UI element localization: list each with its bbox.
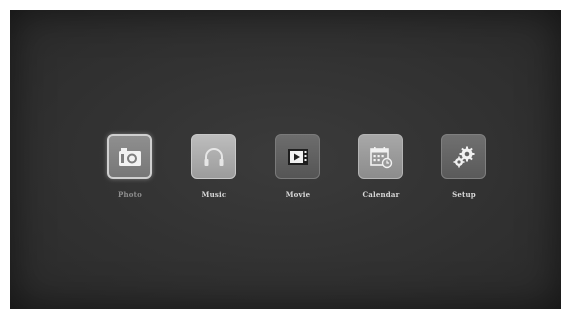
main-menu: Photo Music Movie Calendar Setup bbox=[10, 134, 561, 214]
menu-item-music[interactable]: Music bbox=[184, 134, 244, 204]
setup-tile[interactable] bbox=[441, 134, 486, 179]
photo-label: Photo bbox=[118, 190, 142, 199]
menu-item-calendar[interactable]: Calendar bbox=[351, 134, 411, 204]
film-play-icon bbox=[285, 144, 311, 170]
calendar-label: Calendar bbox=[362, 190, 400, 199]
camera-icon bbox=[117, 144, 143, 170]
home-screen: Photo Music Movie Calendar Setup bbox=[10, 10, 561, 309]
movie-label: Movie bbox=[285, 190, 311, 199]
setup-label: Setup bbox=[452, 190, 476, 199]
calendar-tile[interactable] bbox=[358, 134, 403, 179]
movie-tile[interactable] bbox=[275, 134, 320, 179]
calendar-icon bbox=[368, 144, 394, 170]
music-label: Music bbox=[201, 190, 227, 199]
photo-tile[interactable] bbox=[107, 134, 152, 179]
headphones-icon bbox=[201, 144, 227, 170]
menu-item-movie[interactable]: Movie bbox=[268, 134, 328, 204]
menu-item-photo[interactable]: Photo bbox=[100, 134, 160, 204]
music-tile[interactable] bbox=[191, 134, 236, 179]
gears-icon bbox=[451, 144, 477, 170]
menu-item-setup[interactable]: Setup bbox=[434, 134, 494, 204]
